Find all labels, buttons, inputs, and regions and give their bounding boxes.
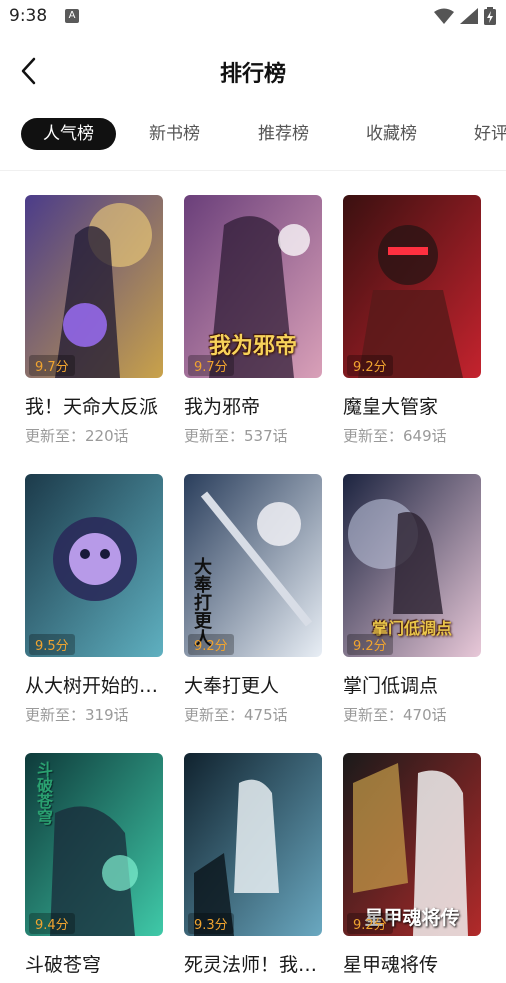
divider <box>0 170 506 171</box>
comic-cover: 9.7分 <box>25 195 163 378</box>
comic-cover: 我为邪帝 9.7分 <box>184 195 322 378</box>
comic-title[interactable]: 掌门低调点 <box>343 671 483 698</box>
ranking-tabs: 人气榜 新书榜 推荐榜 收藏榜 好评 <box>0 114 506 154</box>
rating-badge: 9.2分 <box>347 634 393 655</box>
comic-title[interactable]: 从大树开始的… <box>25 671 165 698</box>
comic-card[interactable]: 星甲魂将传 9.2分 星甲魂将传 <box>343 753 483 977</box>
comic-title[interactable]: 死灵法师！我… <box>184 950 324 977</box>
comic-title[interactable]: 大奉打更人 <box>184 671 324 698</box>
chapter-count: 更新至：649话 <box>343 427 447 445</box>
rating-badge: 9.5分 <box>29 634 75 655</box>
comic-card[interactable]: 我为邪帝 9.7分 我为邪帝 更新至：537话 <box>184 195 324 446</box>
comic-title[interactable]: 我！天命大反派 <box>25 392 165 419</box>
notification-icon: A <box>65 9 79 23</box>
status-icons <box>434 7 496 25</box>
comic-card[interactable]: 掌门低调点 9.2分 掌门低调点 更新至：470话 <box>343 474 483 725</box>
comic-cover: 9.2分 <box>343 195 481 378</box>
tab-favorites[interactable]: 收藏榜 <box>366 118 417 150</box>
rating-badge: 9.4分 <box>29 913 75 934</box>
comic-cover: 掌门低调点 9.2分 <box>343 474 481 657</box>
signal-icon <box>460 8 478 24</box>
tab-recommended[interactable]: 推荐榜 <box>258 118 309 150</box>
comic-title[interactable]: 我为邪帝 <box>184 392 324 419</box>
tab-new-books[interactable]: 新书榜 <box>149 118 200 150</box>
comic-cover: 大奉打更人 9.2分 <box>184 474 322 657</box>
comic-card[interactable]: 9.5分 从大树开始的… 更新至：319话 <box>25 474 165 725</box>
page-title: 排行榜 <box>219 62 286 87</box>
comic-cover: 斗破苍穹 9.4分 <box>25 753 163 936</box>
status-time: 9:38 <box>9 6 48 26</box>
chapter-count: 更新至：475话 <box>184 706 288 724</box>
cover-title: 斗破苍穹 <box>34 761 53 825</box>
rating-badge: 9.2分 <box>188 634 234 655</box>
chapter-count: 更新至：220话 <box>25 427 129 445</box>
tab-popular[interactable]: 人气榜 <box>21 118 116 150</box>
comic-title[interactable]: 魔皇大管家 <box>343 392 483 419</box>
comic-cover: 星甲魂将传 9.2分 <box>343 753 481 936</box>
wifi-icon <box>434 8 454 24</box>
comic-card[interactable]: 9.7分 我！天命大反派 更新至：220话 <box>25 195 165 446</box>
comic-title[interactable]: 星甲魂将传 <box>343 950 483 977</box>
chapter-count: 更新至：319话 <box>25 706 129 724</box>
header-bar: 排行榜 <box>0 40 506 104</box>
comic-card[interactable]: 9.3分 死灵法师！我… <box>184 753 324 977</box>
tab-good-reviews[interactable]: 好评 <box>474 118 506 150</box>
comic-cover: 9.3分 <box>184 753 322 936</box>
comic-card[interactable]: 9.2分 魔皇大管家 更新至：649话 <box>343 195 483 446</box>
rating-badge: 9.7分 <box>29 355 75 376</box>
rating-badge: 9.7分 <box>188 355 234 376</box>
chapter-count: 更新至：470话 <box>343 706 447 724</box>
rating-badge: 9.2分 <box>347 913 393 934</box>
rating-badge: 9.3分 <box>188 913 234 934</box>
comic-cover: 9.5分 <box>25 474 163 657</box>
comic-title[interactable]: 斗破苍穹 <box>25 950 165 977</box>
battery-icon <box>484 7 496 25</box>
status-bar: 9:38 A <box>0 0 506 34</box>
comic-card[interactable]: 大奉打更人 9.2分 大奉打更人 更新至：475话 <box>184 474 324 725</box>
rating-badge: 9.2分 <box>347 355 393 376</box>
chapter-count: 更新至：537话 <box>184 427 288 445</box>
comic-card[interactable]: 斗破苍穹 9.4分 斗破苍穹 <box>25 753 165 977</box>
